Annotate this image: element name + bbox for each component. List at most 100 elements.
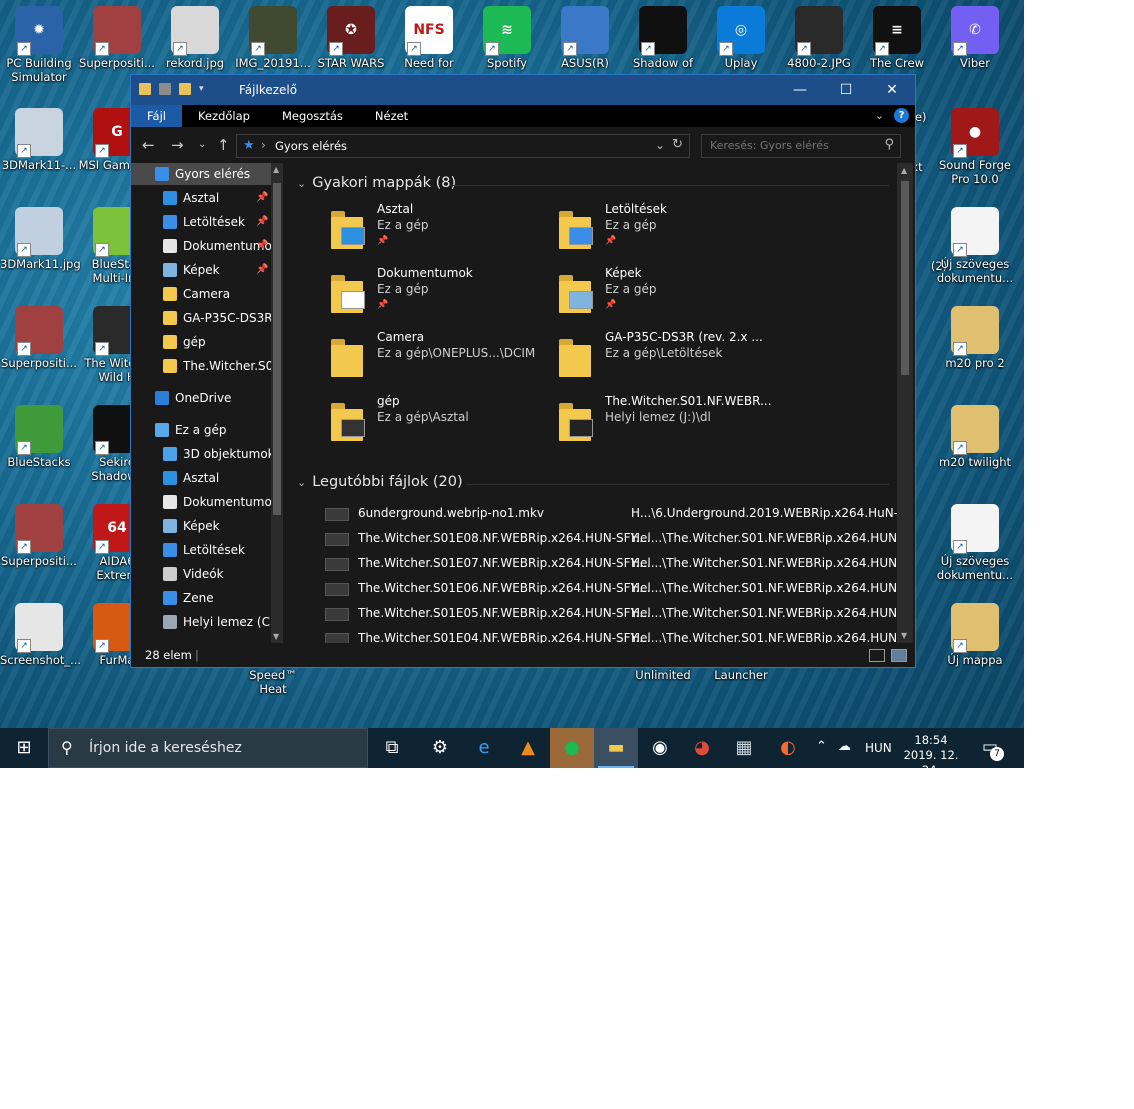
nav-item[interactable]: GA-P35C-DS3R (rev. 2.x <box>131 307 271 329</box>
taskbar-app-icon[interactable]: ▦ <box>722 728 766 768</box>
desktop-icon[interactable]: ↗ Superpositi... <box>0 504 78 568</box>
search-icon[interactable]: ⚲ <box>884 137 894 152</box>
desktop-icon[interactable]: ↗ Új mappa <box>936 603 1014 667</box>
nav-item[interactable]: Képek 📌 <box>131 259 271 281</box>
scroll-thumb[interactable] <box>901 181 909 375</box>
desktop-icon[interactable]: ↗ ASUS(R) <box>546 6 624 70</box>
nav-item[interactable]: Videók <box>131 563 271 585</box>
taskbar-task-view-icon[interactable]: ⧉ <box>370 728 414 768</box>
desktop-icon[interactable]: ↗ 3DMark11.jpg <box>0 207 81 271</box>
content-scrollbar[interactable]: ▲ ▼ <box>897 163 913 643</box>
scroll-down-icon[interactable]: ▼ <box>901 631 907 640</box>
scroll-up-icon[interactable]: ▲ <box>901 166 907 175</box>
desktop-icon[interactable]: ↗ m20 pro 2 <box>936 306 1014 370</box>
nav-item[interactable]: gép <box>131 331 271 353</box>
tab-file[interactable]: Fájl <box>131 105 182 127</box>
nav-item[interactable]: Képek <box>131 515 271 537</box>
taskbar-spotify-icon[interactable]: ● <box>550 728 594 768</box>
taskbar-settings-icon[interactable]: ⚙ <box>418 728 462 768</box>
nav-item[interactable]: Helyi lemez (C:) <box>131 611 271 633</box>
desktop-icon[interactable]: ↗ IMG_20191... <box>234 6 312 70</box>
desktop-icon[interactable]: ↗ BlueStacks <box>0 405 78 469</box>
chevron-down-icon[interactable]: ⌄ <box>297 177 306 190</box>
folder-tile[interactable]: Asztal Ez a gép 📌 <box>331 201 551 259</box>
windows-start-icon[interactable]: ⊞ <box>0 728 48 768</box>
desktop-icon[interactable]: ↗ Screenshot_... <box>0 603 81 667</box>
tab-view[interactable]: Nézet <box>359 105 424 127</box>
recent-file-row[interactable]: The.Witcher.S01E08.NF.WEBRip.x264.HUN-SF… <box>325 526 897 551</box>
breadcrumb-path[interactable]: Gyors elérés <box>275 139 347 153</box>
recent-file-row[interactable]: The.Witcher.S01E05.NF.WEBRip.x264.HUN-SF… <box>325 601 897 626</box>
recent-file-row[interactable]: The.Witcher.S01E04.NF.WEBRip.x264.HUN-SF… <box>325 626 897 643</box>
nav-item[interactable]: Gyors elérés <box>131 163 271 185</box>
title-bar[interactable]: ▾ Fájlkezelő — ☐ ✕ <box>131 75 915 105</box>
nav-item[interactable]: 3D objektumok <box>131 443 271 465</box>
desktop-icon[interactable]: ↗ Shadow of <box>624 6 702 70</box>
onedrive-tray-icon[interactable]: ☁ <box>838 739 851 754</box>
desktop-icon[interactable]: ↗ 4800-2.JPG <box>780 6 858 70</box>
desktop-icon[interactable]: ≋ ↗ Spotify <box>468 6 546 70</box>
taskbar-edge-icon[interactable]: e <box>462 728 506 768</box>
nav-item[interactable]: Asztal 📌 <box>131 187 271 209</box>
nav-item[interactable]: Asztal <box>131 467 271 489</box>
details-view-icon[interactable] <box>869 649 885 662</box>
chevron-down-icon[interactable]: ⌄ <box>297 476 306 489</box>
taskbar-search[interactable]: ⚲ Írjon ide a kereséshez <box>48 728 368 768</box>
tab-share[interactable]: Megosztás <box>266 105 359 127</box>
chevron-down-icon[interactable]: ▾ <box>199 84 204 94</box>
file-explorer-window[interactable]: ▾ Fájlkezelő — ☐ ✕ Fájl Kezdőlap Megoszt… <box>130 74 916 668</box>
scroll-thumb[interactable] <box>273 183 281 515</box>
navigation-scrollbar[interactable]: ▲ ▼ <box>271 163 283 643</box>
folder-tile[interactable]: gép Ez a gép\Asztal <box>331 393 551 451</box>
tab-home[interactable]: Kezdőlap <box>182 105 266 127</box>
desktop-icon[interactable]: ✪ ↗ STAR WARS <box>312 6 390 70</box>
close-button[interactable]: ✕ <box>869 75 915 105</box>
nav-item[interactable]: OneDrive <box>131 387 271 409</box>
desktop-icon[interactable]: ↗ Superpositi... <box>0 306 78 370</box>
minimize-button[interactable]: — <box>777 75 823 105</box>
taskbar-obs-icon[interactable]: ◉ <box>638 728 682 768</box>
show-hidden-icons-icon[interactable]: ⌃ <box>816 739 827 754</box>
recent-locations-chevron-icon[interactable]: ⌄ <box>198 139 206 150</box>
taskbar-origin-icon[interactable]: ◐ <box>766 728 810 768</box>
nav-item[interactable]: Dokumentumok 📌 <box>131 235 271 257</box>
taskbar-vlc-icon[interactable]: ▲ <box>506 728 550 768</box>
properties-icon[interactable] <box>159 83 171 95</box>
nav-item[interactable]: Letöltések 📌 <box>131 211 271 233</box>
chevron-down-icon[interactable]: ⌄ <box>655 138 665 152</box>
desktop-icon[interactable]: ↗ Superpositi... <box>78 6 156 70</box>
expand-ribbon-icon[interactable]: ⌄ <box>875 109 884 122</box>
folder-tile[interactable]: Letöltések Ez a gép 📌 <box>559 201 779 259</box>
recent-file-row[interactable]: The.Witcher.S01E06.NF.WEBRip.x264.HUN-SF… <box>325 576 897 601</box>
folder-tile[interactable]: Képek Ez a gép 📌 <box>559 265 779 323</box>
folder-tile[interactable]: The.Witcher.S01.NF.WEBR... Helyi lemez (J… <box>559 393 779 451</box>
desktop-icon[interactable]: ↗ m20 twilight <box>936 405 1014 469</box>
recent-file-row[interactable]: The.Witcher.S01E07.NF.WEBRip.x264.HUN-SF… <box>325 551 897 576</box>
up-arrow-icon[interactable]: ↑ <box>217 136 230 154</box>
maximize-button[interactable]: ☐ <box>823 75 869 105</box>
folder-tile[interactable]: GA-P35C-DS3R (rev. 2.x ... Ez a gép\Letöl… <box>559 329 779 387</box>
nav-item[interactable]: Dokumentumok <box>131 491 271 513</box>
desktop-icon[interactable]: NFS ↗ Need for <box>390 6 468 70</box>
frequent-folders-header[interactable]: ⌄ Gyakori mappák (8) <box>297 175 456 191</box>
search-box[interactable]: ⚲ <box>701 134 901 158</box>
nav-item[interactable]: Zene <box>131 587 271 609</box>
scroll-down-icon[interactable]: ▼ <box>273 632 279 641</box>
large-icons-view-icon[interactable] <box>891 649 907 662</box>
nav-item[interactable]: Letöltések <box>131 539 271 561</box>
help-icon[interactable]: ? <box>894 108 909 123</box>
nav-item[interactable]: Ez a gép <box>131 419 271 441</box>
input-language[interactable]: HUN <box>865 741 892 755</box>
search-input[interactable] <box>708 138 872 153</box>
address-bar[interactable]: ★ › Gyors elérés ⌄ ↻ <box>236 134 690 158</box>
taskbar-file-explorer-icon[interactable]: ▬ <box>594 728 638 768</box>
new-folder-icon[interactable] <box>179 83 191 95</box>
desktop-icon[interactable]: ✹ ↗ PC Building Simulator <box>0 6 78 84</box>
scroll-up-icon[interactable]: ▲ <box>273 165 279 174</box>
refresh-icon[interactable]: ↻ <box>672 137 683 152</box>
folder-tile[interactable]: Dokumentumok Ez a gép 📌 <box>331 265 551 323</box>
nav-item[interactable]: The.Witcher.S01.NF.WEBRip <box>131 355 271 377</box>
nav-item[interactable]: Camera <box>131 283 271 305</box>
desktop-icon[interactable]: ↗ rekord.jpg <box>156 6 234 70</box>
desktop-icon[interactable]: ◎ ↗ Uplay <box>702 6 780 70</box>
